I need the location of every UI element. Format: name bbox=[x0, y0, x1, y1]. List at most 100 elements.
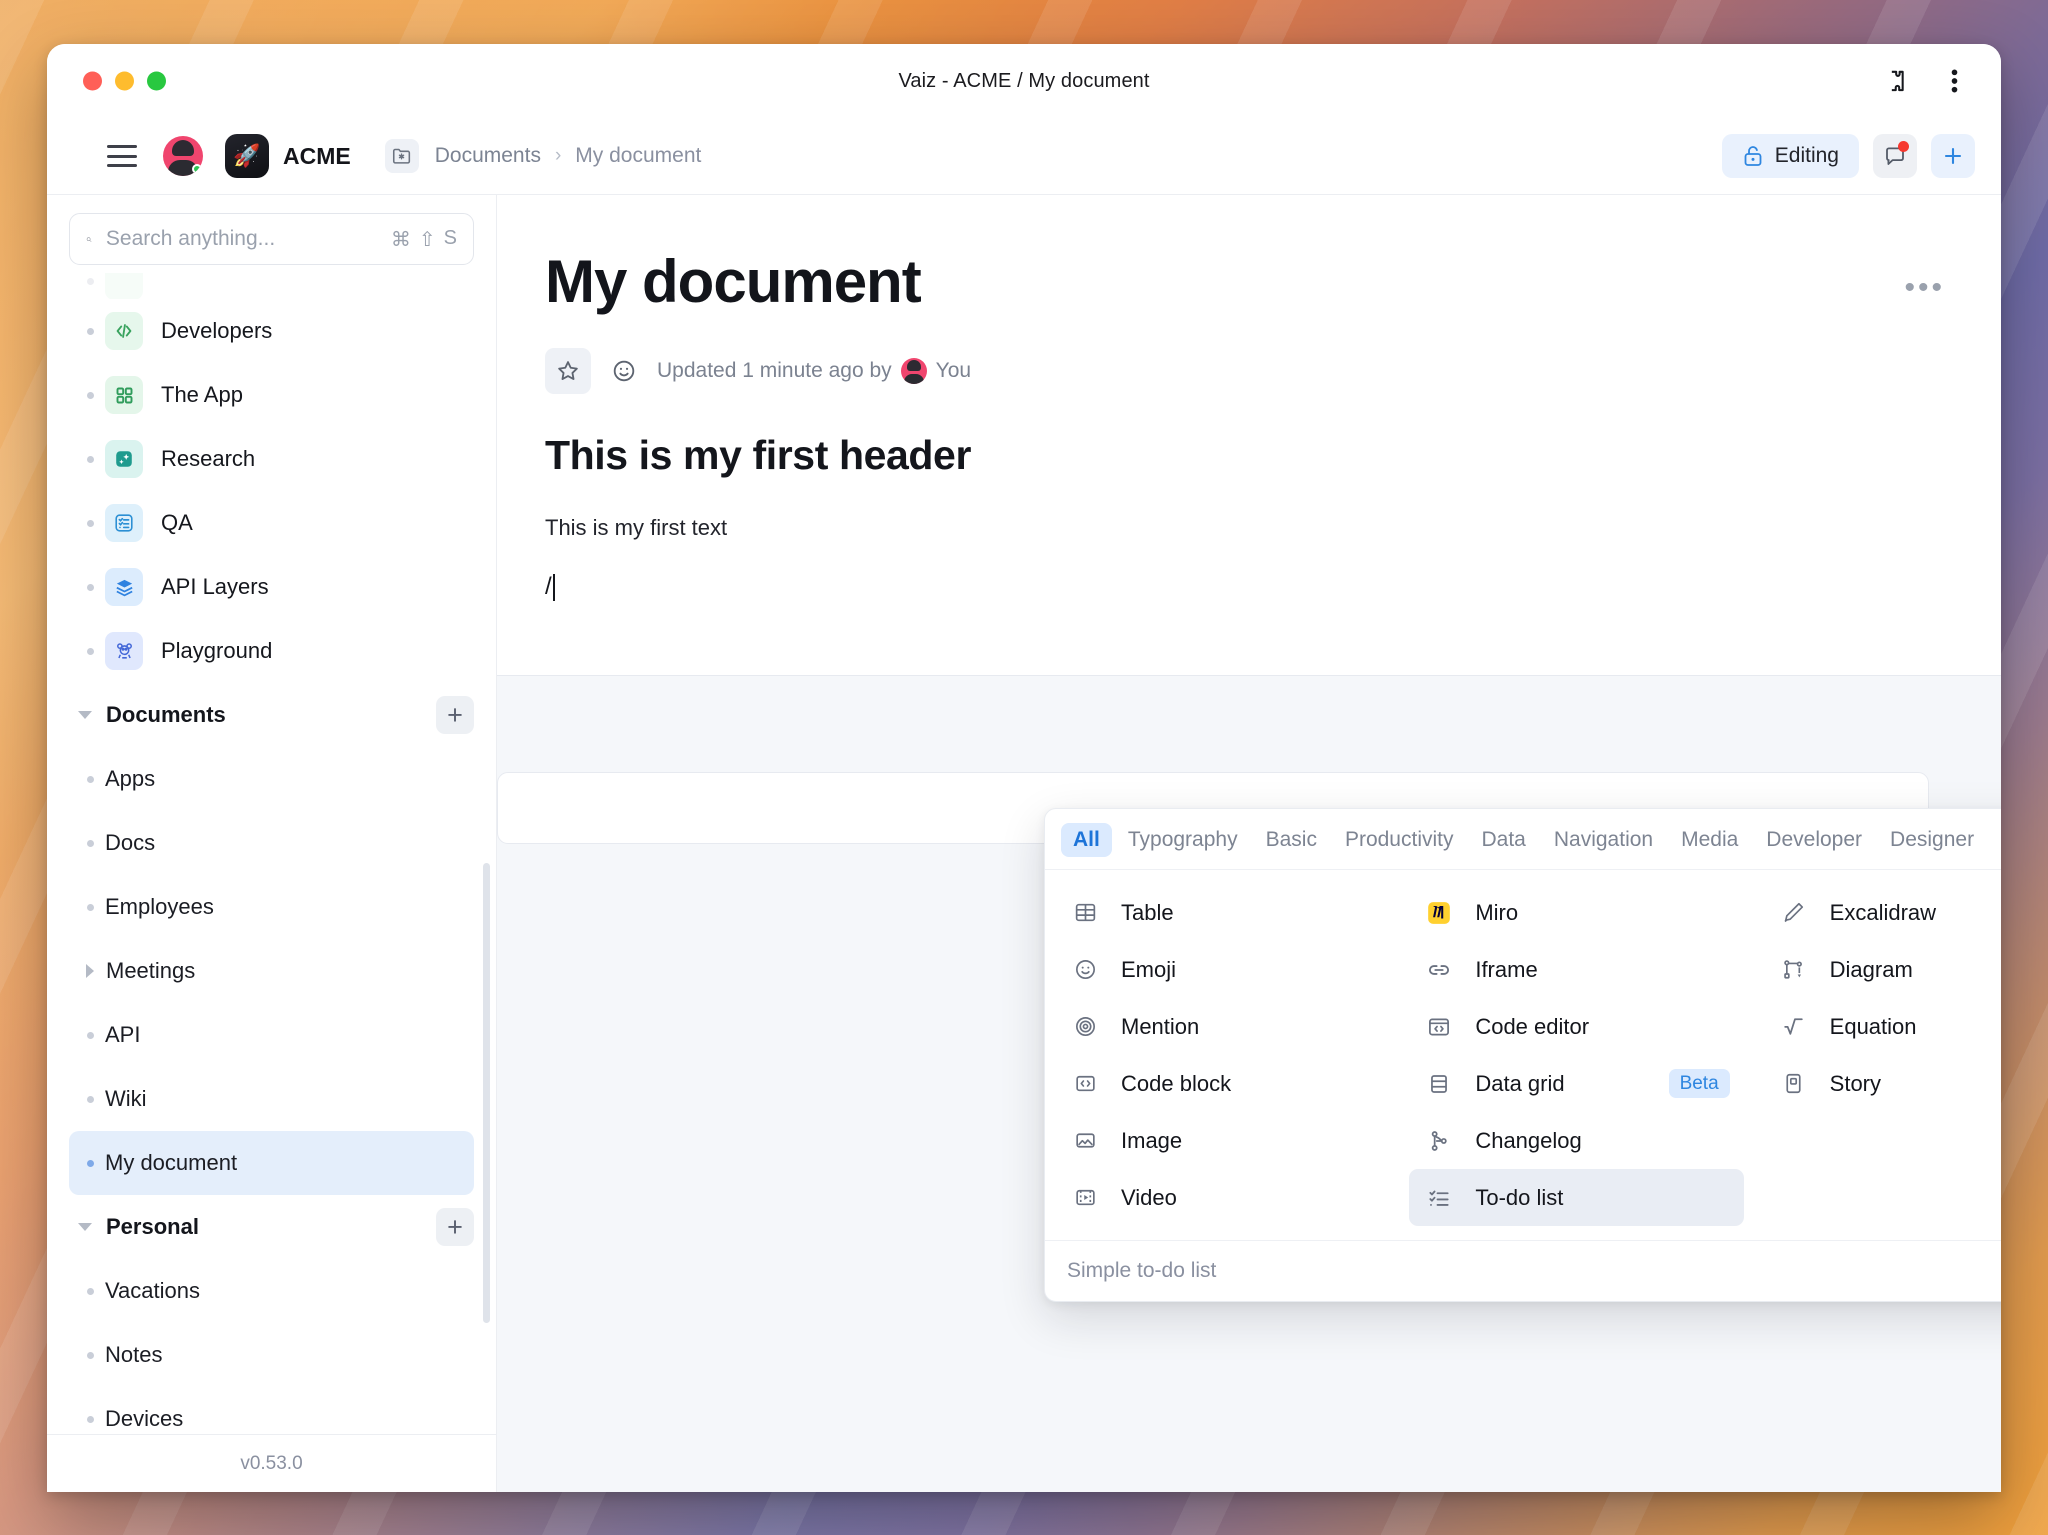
group-title: Personal bbox=[106, 1214, 199, 1240]
sidebar-group-documents[interactable]: Documents + bbox=[69, 683, 474, 747]
diagram-icon bbox=[1778, 954, 1810, 986]
sidebar-item-docs[interactable]: Docs bbox=[69, 811, 474, 875]
chevron-right-icon[interactable] bbox=[86, 964, 94, 978]
menu-item-miro[interactable]: Miro bbox=[1409, 884, 1743, 941]
sidebar-item-api[interactable]: API bbox=[69, 1003, 474, 1067]
menu-item-image[interactable]: Image bbox=[1055, 1112, 1389, 1169]
tab-navigation[interactable]: Navigation bbox=[1542, 823, 1665, 857]
tab-designer[interactable]: Designer bbox=[1878, 823, 1986, 857]
document-more-menu[interactable]: ••• bbox=[1904, 273, 1945, 303]
author-name: You bbox=[936, 359, 971, 383]
sidebar-item-wiki[interactable]: Wiki bbox=[69, 1067, 474, 1131]
breadcrumb-documents[interactable]: Documents bbox=[435, 144, 541, 168]
chevron-down-icon[interactable] bbox=[78, 711, 92, 719]
updated-label: Updated 1 minute ago by bbox=[657, 359, 892, 383]
sidebar-item-devices[interactable]: Devices bbox=[69, 1387, 474, 1434]
menu-item-to-do-list[interactable]: To-do list bbox=[1409, 1169, 1743, 1226]
menu-item-mention[interactable]: Mention bbox=[1055, 998, 1389, 1055]
add-button[interactable] bbox=[1931, 134, 1975, 178]
code-editor-icon bbox=[1423, 1011, 1455, 1043]
page-title[interactable]: My document bbox=[545, 247, 1931, 316]
sidebar-scrollbar[interactable] bbox=[483, 863, 490, 1323]
sidebar-item-label: API Layers bbox=[161, 574, 269, 600]
menu-item-iframe[interactable]: Iframe bbox=[1409, 941, 1743, 998]
hamburger-icon[interactable] bbox=[107, 145, 137, 167]
menu-item-diagram[interactable]: Diagram Beta bbox=[1764, 941, 2001, 998]
document-heading[interactable]: This is my first header bbox=[545, 432, 1931, 479]
search-box[interactable]: ⌘ ⇧ S bbox=[69, 213, 474, 265]
editing-mode-button[interactable]: Editing bbox=[1722, 134, 1859, 178]
search-shortcut: ⌘ ⇧ S bbox=[391, 227, 457, 252]
slash-text: / bbox=[545, 573, 552, 601]
add-document-button[interactable]: + bbox=[436, 696, 474, 734]
sidebar-item-developers[interactable]: Developers bbox=[69, 299, 474, 363]
search-input[interactable] bbox=[106, 227, 377, 251]
tab-data[interactable]: Data bbox=[1470, 823, 1538, 857]
add-personal-button[interactable]: + bbox=[436, 1208, 474, 1246]
menu-item-emoji[interactable]: Emoji bbox=[1055, 941, 1389, 998]
online-status-dot bbox=[192, 164, 202, 174]
menu-item-label: Image bbox=[1121, 1128, 1182, 1154]
workspace-logo[interactable]: 🚀 bbox=[225, 134, 269, 178]
sidebar-item-meetings[interactable]: Meetings bbox=[69, 939, 474, 1003]
menu-item-table[interactable]: Table bbox=[1055, 884, 1389, 941]
sidebar-item-research[interactable]: Research bbox=[69, 427, 474, 491]
sidebar-item-the-app[interactable]: The App bbox=[69, 363, 474, 427]
workspace-name[interactable]: ACME bbox=[283, 143, 351, 170]
menu-item-changelog[interactable]: Changelog bbox=[1409, 1112, 1743, 1169]
sidebar-item-qa[interactable]: QA bbox=[69, 491, 474, 555]
tab-typography[interactable]: Typography bbox=[1116, 823, 1250, 857]
star-icon[interactable] bbox=[545, 348, 591, 394]
app-body: ⌘ ⇧ S bbox=[47, 194, 2001, 1492]
tab-developer[interactable]: Developer bbox=[1754, 823, 1874, 857]
bullet bbox=[75, 904, 105, 911]
sidebar-group-personal[interactable]: Personal + bbox=[69, 1195, 474, 1259]
sidebar-item-label: Research bbox=[161, 446, 255, 472]
menu-item-story[interactable]: Story Beta bbox=[1764, 1055, 2001, 1112]
menu-item-equation[interactable]: Equation Beta bbox=[1764, 998, 2001, 1055]
sidebar-item-playground[interactable]: Playground bbox=[69, 619, 474, 683]
document-paragraph[interactable]: This is my first text bbox=[545, 515, 1931, 541]
menu-item-excalidraw[interactable]: Excalidraw Beta bbox=[1764, 884, 2001, 941]
menu-item-label: Mention bbox=[1121, 1014, 1199, 1040]
menu-item-code-editor[interactable]: Code editor bbox=[1409, 998, 1743, 1055]
menu-item-code-block[interactable]: Code block bbox=[1055, 1055, 1389, 1112]
comments-button[interactable] bbox=[1873, 134, 1917, 178]
sidebar-item-label: Devices bbox=[105, 1406, 183, 1432]
bullet bbox=[75, 1096, 105, 1103]
story-icon bbox=[1778, 1068, 1810, 1100]
sidebar-item-notes[interactable]: Notes bbox=[69, 1323, 474, 1387]
tab-all[interactable]: All bbox=[1061, 823, 1112, 857]
bullet bbox=[75, 520, 105, 527]
sidebar-item-employees[interactable]: Employees bbox=[69, 875, 474, 939]
kebab-menu-icon[interactable] bbox=[1937, 64, 1971, 98]
sidebar-item-label: The App bbox=[161, 382, 243, 408]
avatar[interactable] bbox=[163, 136, 203, 176]
sidebar-item-label: Wiki bbox=[105, 1086, 147, 1112]
search-icon bbox=[86, 227, 92, 252]
app-window: Vaiz - ACME / My document 🚀 ACME bbox=[47, 44, 2001, 1492]
unread-badge bbox=[1898, 141, 1909, 152]
document-slash-line[interactable]: / bbox=[545, 573, 1931, 601]
bullet bbox=[75, 1160, 105, 1167]
chevron-down-icon[interactable] bbox=[78, 1223, 92, 1231]
folder-star-icon[interactable] bbox=[385, 139, 419, 173]
sidebar-item-label: API bbox=[105, 1022, 140, 1048]
sidebar-item-my-document[interactable]: My document bbox=[69, 1131, 474, 1195]
sidebar-item-api-layers[interactable]: API Layers bbox=[69, 555, 474, 619]
group-title: Documents bbox=[106, 702, 226, 728]
tab-productivity[interactable]: Productivity bbox=[1333, 823, 1466, 857]
bullet bbox=[75, 1352, 105, 1359]
emoji-icon[interactable] bbox=[605, 352, 643, 390]
link-icon bbox=[1423, 954, 1455, 986]
menu-item-video[interactable]: Video bbox=[1055, 1169, 1389, 1226]
sidebar-item-apps[interactable]: Apps bbox=[69, 747, 474, 811]
menu-item-data-grid[interactable]: Data grid Beta bbox=[1409, 1055, 1743, 1112]
puzzle-icon[interactable] bbox=[1877, 64, 1911, 98]
branch-icon bbox=[1423, 1125, 1455, 1157]
sidebar-item-vacations[interactable]: Vacations bbox=[69, 1259, 474, 1323]
menu-item-label: Iframe bbox=[1475, 957, 1537, 983]
tab-basic[interactable]: Basic bbox=[1254, 823, 1329, 857]
tab-media[interactable]: Media bbox=[1669, 823, 1750, 857]
titlebar-actions bbox=[1877, 64, 1971, 98]
